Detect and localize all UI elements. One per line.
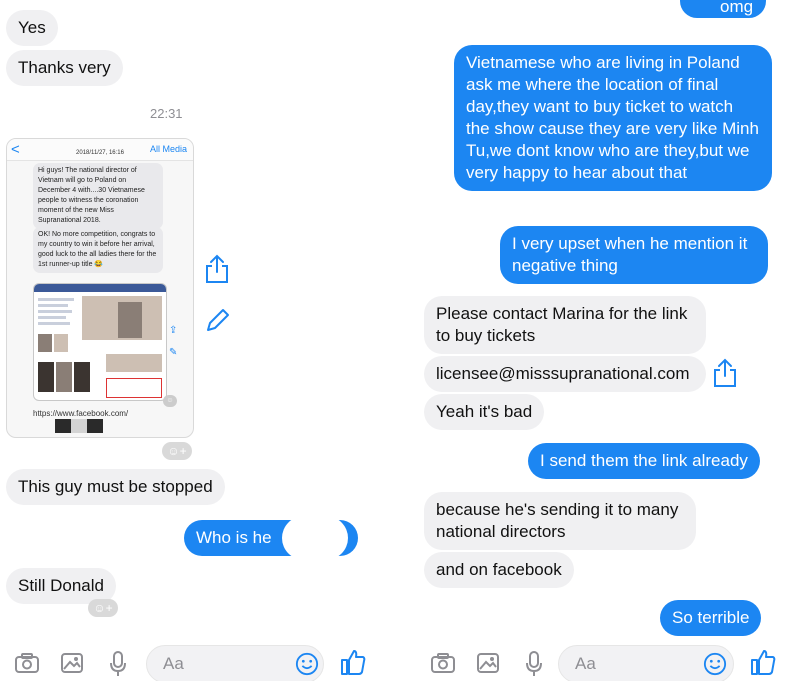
message-bubble[interactable]: Yeah it's bad (424, 394, 545, 430)
message-text: I very upset when he mention it negative… (512, 234, 748, 275)
message-bubble[interactable]: omg (680, 0, 766, 18)
text-line (38, 310, 72, 313)
photo-thumbnail (38, 362, 54, 392)
camera-icon[interactable] (430, 652, 456, 674)
share-icon[interactable] (204, 254, 230, 284)
emoji-icon[interactable] (295, 652, 319, 676)
screenshot-message-2: OK! No more competition, congrats to my … (33, 227, 163, 273)
thumbnail (71, 419, 87, 433)
thumbs-up-icon[interactable] (750, 648, 776, 676)
screenshot-facebook-image (33, 283, 167, 401)
highlight-box (106, 378, 162, 398)
message-text: and on facebook (436, 560, 562, 579)
photo-thumbnail (74, 362, 90, 392)
message-bubble[interactable]: and on facebook (424, 552, 574, 588)
camera-icon[interactable] (14, 652, 40, 674)
message-text: So terrible (672, 608, 750, 627)
photo-icon[interactable] (60, 652, 84, 674)
right-chat-pane: omg Vietnamese who are living in Poland … (402, 0, 800, 681)
message-bubble[interactable]: This guy must be stopped (6, 469, 225, 505)
photo-thumbnail (118, 302, 142, 338)
message-text: Vietnamese who are living in Poland ask … (466, 53, 759, 182)
message-text: Thanks very (18, 58, 111, 77)
text-line (38, 322, 70, 325)
add-reaction-icon[interactable]: ☺+ (88, 599, 118, 617)
message-bubble[interactable]: because he's sending it to many national… (424, 492, 696, 550)
message-input[interactable]: Aa (146, 645, 324, 681)
message-bubble[interactable]: Yes (6, 10, 58, 46)
message-text: Yes (18, 18, 46, 37)
message-text: Who is he (196, 528, 272, 547)
share-icon: ⇪ (169, 325, 178, 336)
photo-thumbnail (38, 334, 52, 352)
message-text: omg (720, 0, 754, 16)
message-bubble[interactable]: So terrible (660, 600, 762, 636)
text-line (38, 316, 66, 319)
message-bubble[interactable]: I very upset when he mention it negative… (500, 226, 768, 284)
message-text: licensee@misssupranational.com (436, 364, 690, 383)
message-text: Still Donald (18, 576, 104, 595)
message-input-placeholder: Aa (163, 654, 184, 673)
message-timestamp: 22:31 (150, 106, 183, 121)
message-text: I send them the link already (540, 451, 748, 470)
message-bubble[interactable]: Vietnamese who are living in Poland ask … (454, 45, 772, 191)
photo-icon[interactable] (476, 652, 500, 674)
screenshot-thumbnails (55, 419, 103, 433)
redaction-mark (282, 516, 348, 560)
microphone-icon[interactable] (524, 650, 544, 678)
add-reaction-icon: ☺ (163, 395, 177, 407)
edit-icon: ✎ (169, 347, 178, 358)
shared-screenshot-image[interactable]: < All Media 2018/11/27, 16:16 Hi guys! T… (6, 138, 194, 438)
emoji-icon[interactable] (703, 652, 727, 676)
microphone-icon[interactable] (108, 650, 128, 678)
message-bubble[interactable]: Thanks very (6, 50, 123, 86)
share-icon[interactable] (712, 358, 738, 388)
message-text: Yeah it's bad (436, 402, 533, 421)
add-reaction-icon[interactable]: ☺+ (162, 442, 192, 460)
message-text: Please contact Marina for the link to bu… (436, 304, 688, 345)
screenshot-message-1: Hi guys! The national director of Vietna… (33, 163, 163, 229)
message-input[interactable]: Aa (558, 645, 734, 681)
photo-thumbnail (54, 334, 68, 352)
facebook-header-bar (34, 284, 166, 292)
left-chat-pane: Yes Thanks very 22:31 < All Media 2018/1… (0, 0, 398, 681)
thumbs-up-icon[interactable] (340, 648, 366, 676)
edit-icon[interactable] (202, 306, 232, 336)
text-line (38, 298, 74, 301)
message-text: because he's sending it to many national… (436, 500, 679, 541)
message-text: This guy must be stopped (18, 477, 213, 496)
photo-thumbnail (56, 362, 72, 392)
text-line (38, 304, 68, 307)
screenshot-link: https://www.facebook.com/ (33, 409, 129, 418)
message-bubble[interactable]: I send them the link already (528, 443, 760, 479)
message-input-placeholder: Aa (575, 654, 596, 673)
message-bubble[interactable]: licensee@misssupranational.com (424, 356, 706, 392)
screenshot-date: 2018/11/27, 16:16 (76, 150, 124, 156)
photo-thumbnail (106, 354, 162, 372)
message-bubble[interactable]: Please contact Marina for the link to bu… (424, 296, 706, 354)
